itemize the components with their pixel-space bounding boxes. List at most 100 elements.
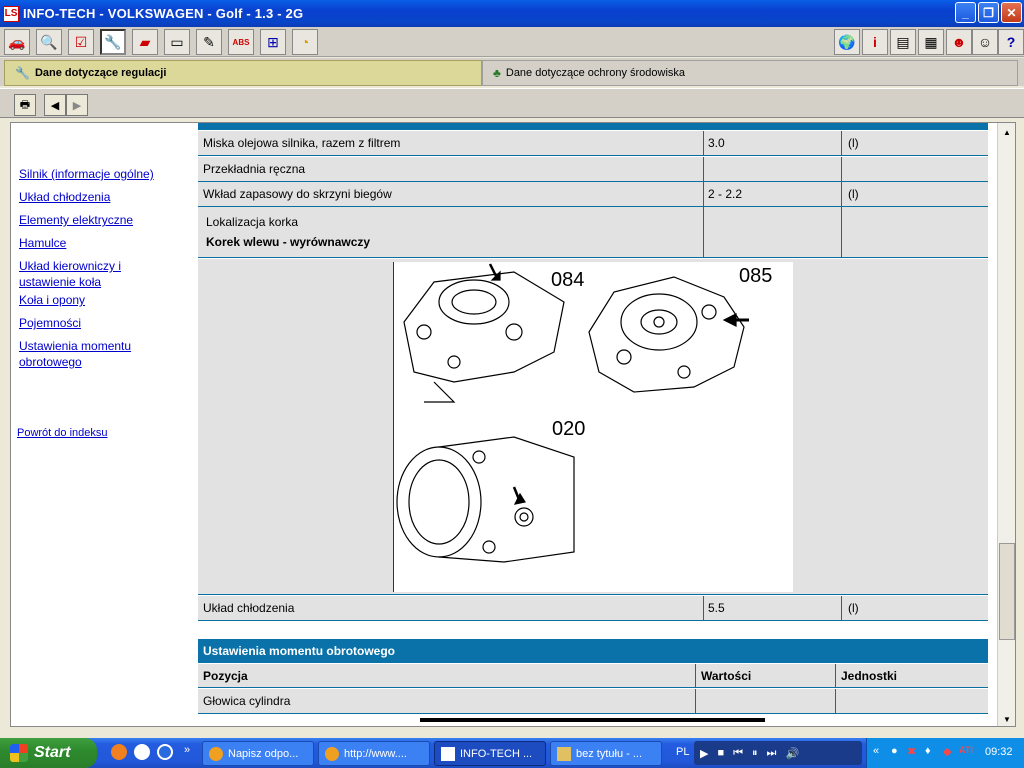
window-title: INFO-TECH - VOLKSWAGEN - Golf - 1.3 - 2G bbox=[23, 6, 304, 21]
location-row: Lokalizacja korka Korek wlewu - wyrównaw… bbox=[198, 207, 988, 258]
cell-position: Miska olejowa silnika, razem z filtrem bbox=[203, 136, 401, 150]
divider bbox=[420, 718, 765, 722]
sidebar-link-cooling[interactable]: Układ chłodzenia bbox=[19, 189, 110, 205]
sidebar-link-electrical[interactable]: Elementy elektryczne bbox=[19, 212, 133, 228]
forward-button[interactable]: ▶ bbox=[66, 94, 88, 116]
figure-label: 084 bbox=[551, 269, 584, 291]
location-value: Korek wlewu - wyrównawczy bbox=[206, 235, 371, 249]
alert-person-icon[interactable]: ☻ bbox=[946, 29, 972, 55]
restore-button[interactable]: ❐ bbox=[978, 2, 999, 23]
column-header-unit: Jednostki bbox=[841, 669, 898, 683]
minimize-button[interactable]: _ bbox=[955, 2, 976, 23]
section-header-strip bbox=[198, 123, 988, 130]
clock-icon[interactable]: ◔ bbox=[292, 29, 318, 55]
person-icon[interactable]: ☺ bbox=[972, 29, 998, 55]
firefox-icon bbox=[209, 746, 223, 761]
sidebar-link-engine[interactable]: Silnik (informacje ogólne) bbox=[19, 166, 154, 182]
info-icon[interactable]: i bbox=[862, 29, 888, 55]
start-button[interactable]: Start bbox=[0, 738, 97, 768]
tab-label: Dane dotyczące regulacji bbox=[34, 67, 167, 79]
main-toolbar: 🚗 🔍 ☑ 🔧 ▰ ▭ ✎ ABS ⊞ ◔ 🌍 i ▤ ▦ ☻ ☺ ? bbox=[0, 27, 1024, 57]
media-controls: ▶ ■ ⏮ ⏸ ⏭ 🔊 bbox=[694, 741, 862, 765]
network-icon[interactable]: ⊞ bbox=[260, 29, 286, 55]
next-icon[interactable]: ⏭ bbox=[767, 747, 777, 760]
abs-icon[interactable]: ABS bbox=[228, 29, 254, 55]
desktop-icon[interactable] bbox=[134, 744, 150, 760]
tray-icon[interactable]: ♦ bbox=[925, 745, 931, 757]
main-panel: Miska olejowa silnika, razem z filtrem 3… bbox=[198, 123, 996, 726]
print-button[interactable]: 🖶 bbox=[14, 94, 36, 116]
cell-value: 3.0 bbox=[708, 136, 725, 150]
sidebar-link-torque-2[interactable]: obrotowego bbox=[19, 354, 82, 370]
chevron-right-icon[interactable]: » bbox=[184, 744, 190, 756]
torque-section-header: Ustawienia momentu obrotowego bbox=[198, 639, 988, 663]
pencil-icon[interactable]: ✎ bbox=[196, 29, 222, 55]
sidebar-link-steering[interactable]: Układ kierowniczy i bbox=[19, 258, 121, 274]
sidebar-link-capacities[interactable]: Pojemności bbox=[19, 315, 81, 331]
sidebar-link-steering-2[interactable]: ustawienie koła bbox=[19, 274, 101, 290]
globe-icon[interactable]: 🌍 bbox=[834, 29, 860, 55]
cell-unit: (l) bbox=[848, 136, 859, 150]
language-indicator[interactable]: PL bbox=[676, 746, 689, 758]
sidebar-link-brakes[interactable]: Hamulce bbox=[19, 235, 66, 251]
vertical-scrollbar[interactable]: ▲ ▼ bbox=[997, 123, 1015, 726]
scroll-thumb[interactable] bbox=[999, 543, 1015, 640]
taskbar-item[interactable]: Napisz odpo... bbox=[202, 741, 314, 766]
table-header-row: Pozycja Wartości Jednostki bbox=[198, 664, 988, 688]
wrench-icon[interactable]: 🔧 bbox=[100, 29, 126, 55]
back-to-index-link[interactable]: Powrót do indeksu bbox=[17, 425, 108, 441]
firefox-icon[interactable] bbox=[111, 744, 127, 760]
volume-icon[interactable]: 🔊 bbox=[785, 747, 799, 760]
taskbar-item[interactable]: http://www.... bbox=[318, 741, 430, 766]
figure-label: 020 bbox=[552, 418, 585, 440]
magnifier-icon[interactable]: 🔍 bbox=[36, 29, 62, 55]
ruler-icon[interactable]: ▭ bbox=[164, 29, 190, 55]
ati-icon[interactable]: ATI bbox=[959, 745, 973, 755]
location-label: Lokalizacja korka bbox=[206, 215, 299, 229]
sidebar-link-wheels[interactable]: Koła i opony bbox=[19, 292, 85, 308]
close-button[interactable]: ✕ bbox=[1001, 2, 1022, 23]
sidebar-link-torque[interactable]: Ustawienia momentu bbox=[19, 338, 131, 354]
car-icon[interactable]: 🚗 bbox=[4, 29, 30, 55]
oil-can-icon[interactable]: ▰ bbox=[132, 29, 158, 55]
help-icon[interactable]: ? bbox=[998, 29, 1024, 55]
play-icon[interactable]: ▶ bbox=[700, 747, 708, 760]
paint-icon bbox=[557, 746, 571, 761]
tab-bar: 🔧 Dane dotyczące regulacji ♣ Dane dotycz… bbox=[0, 58, 1024, 86]
notepad-icon[interactable]: ▦ bbox=[918, 29, 944, 55]
cell-value: 2 - 2.2 bbox=[708, 187, 743, 201]
tab-environment-data[interactable]: ♣ Dane dotyczące ochrony środowiska bbox=[482, 60, 1018, 86]
taskbar-item-active[interactable]: INFO-TECH ... bbox=[434, 741, 546, 766]
back-button[interactable]: ◀ bbox=[44, 94, 66, 116]
taskbar: Start » Napisz odpo... http://www.... IN… bbox=[0, 738, 1024, 768]
checkmark-icon[interactable]: ☑ bbox=[68, 29, 94, 55]
tab-adjustment-data[interactable]: 🔧 Dane dotyczące regulacji bbox=[4, 60, 482, 86]
table-row: Głowica cylindra bbox=[198, 689, 988, 714]
cell-unit: (l) bbox=[848, 601, 859, 615]
media-icon[interactable] bbox=[157, 744, 173, 760]
sidebar: Silnik (informacje ogólne) Układ chłodze… bbox=[11, 123, 198, 726]
table-row: Układ chłodzenia 5.5 (l) bbox=[198, 596, 988, 621]
cell-position: Przekładnia ręczna bbox=[203, 162, 306, 176]
taskbar-item[interactable]: bez tytułu - ... bbox=[550, 741, 662, 766]
table-row: Przekładnia ręczna bbox=[198, 157, 988, 182]
previous-icon[interactable]: ⏮ bbox=[733, 747, 743, 760]
title-bar[interactable]: LS INFO-TECH - VOLKSWAGEN - Golf - 1.3 -… bbox=[0, 0, 1024, 27]
tree-icon: ♣ bbox=[493, 66, 501, 80]
scroll-up-arrow[interactable]: ▲ bbox=[999, 124, 1015, 140]
technical-drawing: 084 085 020 bbox=[396, 263, 772, 563]
pause-icon[interactable]: ⏸ bbox=[752, 747, 758, 760]
chevron-left-icon[interactable]: « bbox=[873, 745, 879, 757]
windows-flag-icon bbox=[10, 744, 28, 762]
tray-icon[interactable]: ● bbox=[891, 745, 898, 757]
notebook-icon[interactable]: ▤ bbox=[890, 29, 916, 55]
table-row: Miska olejowa silnika, razem z filtrem 3… bbox=[198, 131, 988, 156]
cell-value: 5.5 bbox=[708, 601, 725, 615]
scroll-down-arrow[interactable]: ▼ bbox=[999, 711, 1015, 726]
figure-label: 085 bbox=[739, 265, 772, 287]
wrench-icon: 🔧 bbox=[15, 66, 30, 80]
tray-icon[interactable]: ◆ bbox=[943, 745, 951, 758]
tray-icon[interactable]: ✖ bbox=[907, 745, 916, 758]
stop-icon[interactable]: ■ bbox=[717, 747, 724, 759]
clock[interactable]: 09:32 bbox=[985, 746, 1013, 758]
